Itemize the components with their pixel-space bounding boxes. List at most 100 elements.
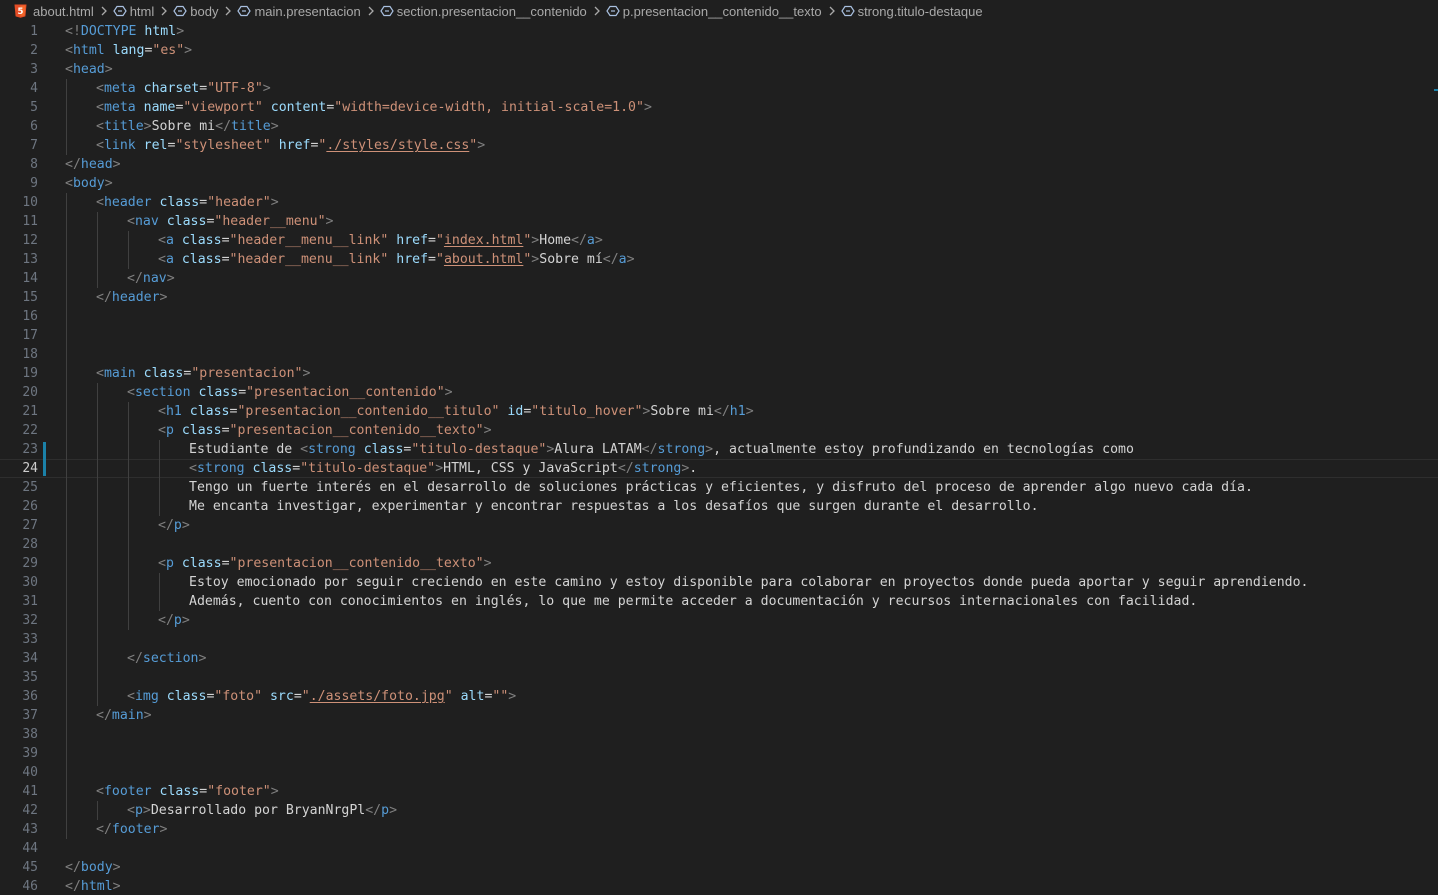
code-line[interactable]: 25 Tengo un fuerte interés en el desarrol…	[0, 478, 1438, 497]
code-token: >	[159, 822, 168, 837]
code-line[interactable]: 46 </html>	[0, 877, 1438, 895]
code-token: charset	[143, 81, 200, 96]
code-token: class	[198, 385, 239, 400]
code-line[interactable]: 33	[0, 630, 1438, 649]
code-line[interactable]: 41 <footer class="footer">	[0, 782, 1438, 801]
code-line[interactable]: 16	[0, 307, 1438, 326]
breadcrumb-item[interactable]: main.presentacion	[237, 4, 361, 19]
code-token: >	[270, 784, 279, 799]
code-line[interactable]: 36 <img class="foto" src="./assets/foto.j…	[0, 687, 1438, 706]
code-token: img	[134, 689, 159, 704]
breadcrumb-item[interactable]: 5 about.html	[14, 4, 94, 19]
code-token: "UTF-8"	[207, 81, 263, 96]
code-line[interactable]: 22 <p class="presentacion__contenido__tex…	[0, 421, 1438, 440]
code-token: meta	[103, 100, 136, 115]
code-line[interactable]: 8 </head>	[0, 155, 1438, 174]
code-token: Desarrollado por BryanNrgPl	[150, 803, 366, 818]
code-line[interactable]: 24 <strong class="titulo-destaque">HTML, …	[0, 459, 1438, 478]
code-token: =	[428, 233, 436, 248]
code-line[interactable]: 10 <header class="header">	[0, 193, 1438, 212]
line-number: 2	[30, 43, 38, 58]
code-token: >	[181, 613, 190, 628]
breadcrumb-label: strong.titulo-destaque	[857, 3, 983, 19]
code-line[interactable]: 11 <nav class="header__menu">	[0, 212, 1438, 231]
code-token: <!	[65, 24, 81, 39]
code-token: rel	[143, 138, 168, 153]
breadcrumb-item[interactable]: html	[112, 4, 154, 19]
line-number: 40	[22, 765, 38, 780]
code-token: </	[602, 252, 619, 267]
code-token: >	[477, 138, 486, 153]
line-number: 22	[22, 423, 38, 438]
code-line[interactable]: 44	[0, 839, 1438, 858]
code-line[interactable]: 1 <!DOCTYPE html>	[0, 22, 1438, 41]
code-line[interactable]: 19 <main class="presentacion">	[0, 364, 1438, 383]
code-editor[interactable]: 5 about.html html body main.presentacion sect…	[0, 0, 1438, 895]
code-line[interactable]: 29 <p class="presentacion__contenido__tex…	[0, 554, 1438, 573]
indent-guide	[159, 440, 160, 516]
code-line[interactable]: 6 <title>Sobre mi</title>	[0, 117, 1438, 136]
code-text: </main>	[96, 706, 152, 725]
code-line[interactable]: 43 </footer>	[0, 820, 1438, 839]
code-line[interactable]: 5 <meta name="viewport" content="width=de…	[0, 98, 1438, 117]
code-token: header	[103, 195, 152, 210]
code-line[interactable]: 28	[0, 535, 1438, 554]
code-token: title	[103, 119, 144, 134]
code-line[interactable]: 34 </section>	[0, 649, 1438, 668]
code-token: </	[65, 157, 81, 172]
code-token: "foto"	[214, 689, 263, 704]
code-line[interactable]: 31 Además, cuento con conocimientos en in…	[0, 592, 1438, 611]
code-line[interactable]: 17	[0, 326, 1438, 345]
code-token: =	[221, 233, 230, 248]
code-line[interactable]: 35	[0, 668, 1438, 687]
code-line[interactable]: 38	[0, 725, 1438, 744]
code-token: </	[158, 518, 174, 533]
code-text: <meta name="viewport" content="width=dev…	[96, 98, 652, 117]
code-line[interactable]: 18	[0, 345, 1438, 364]
code-text: <section class="presentacion__contenido"…	[127, 383, 453, 402]
svg-text:5: 5	[18, 7, 24, 17]
code-text: </header>	[96, 288, 167, 307]
code-line[interactable]: 27 </p>	[0, 516, 1438, 535]
code-text: Estudiante de <strong class="titulo-dest…	[189, 440, 1134, 459]
code-token: "header__menu__link"	[229, 252, 389, 267]
code-line[interactable]: 15 </header>	[0, 288, 1438, 307]
code-line[interactable]: 12 <a class="header__menu__link" href="in…	[0, 231, 1438, 250]
code-token: Sobre mi	[151, 119, 216, 134]
code-line[interactable]: 4 <meta charset="UTF-8">	[0, 79, 1438, 98]
code-line[interactable]: 39	[0, 744, 1438, 763]
code-line[interactable]: 23 Estudiante de <strong class="titulo-de…	[0, 440, 1438, 459]
code-token: =	[238, 385, 247, 400]
code-token: ./assets/foto.jpg	[309, 689, 445, 704]
code-token: lang	[112, 43, 145, 58]
code-token: nav	[134, 214, 159, 229]
breadcrumb-item[interactable]: body	[173, 4, 218, 19]
breadcrumb-item[interactable]: strong.titulo-destaque	[840, 3, 983, 19]
code-token: href	[396, 252, 429, 267]
code-line[interactable]: 32 </p>	[0, 611, 1438, 630]
element-icon	[606, 5, 620, 17]
code-line[interactable]: 14 </nav>	[0, 269, 1438, 288]
code-line[interactable]: 42 <p>Desarrollado por BryanNrgPl</p>	[0, 801, 1438, 820]
breadcrumb-label: section.presentacion__contenido	[396, 3, 587, 19]
code-line[interactable]: 40	[0, 763, 1438, 782]
code-line[interactable]: 30 Estoy emocionado por seguir creciendo …	[0, 573, 1438, 592]
code-line[interactable]: 21 <h1 class="presentacion__contenido__ti…	[0, 402, 1438, 421]
code-line[interactable]: 20 <section class="presentacion__contenid…	[0, 383, 1438, 402]
code-area[interactable]: 1 <!DOCTYPE html> 2 <html lang="es"> 3 <head>…	[0, 22, 1438, 895]
code-line[interactable]: 37 </main>	[0, 706, 1438, 725]
code-token: src	[269, 689, 294, 704]
code-line[interactable]: 26 Me encanta investigar, experimentar y …	[0, 497, 1438, 516]
breadcrumb-item[interactable]: p.presentacion__contenido__texto	[606, 4, 822, 19]
line-number: 30	[22, 575, 38, 590]
breadcrumb-item[interactable]: section.presentacion__contenido	[379, 3, 587, 19]
code-line[interactable]: 3 <head>	[0, 60, 1438, 79]
code-line[interactable]: 7 <link rel="stylesheet" href="./styles/s…	[0, 136, 1438, 155]
code-line[interactable]: 9 <body>	[0, 174, 1438, 193]
code-line[interactable]: 13 <a class="header__menu__link" href="ab…	[0, 250, 1438, 269]
modified-line-marker[interactable]	[43, 442, 46, 476]
code-line[interactable]: 2 <html lang="es">	[0, 41, 1438, 60]
code-line[interactable]: 45 </body>	[0, 858, 1438, 877]
